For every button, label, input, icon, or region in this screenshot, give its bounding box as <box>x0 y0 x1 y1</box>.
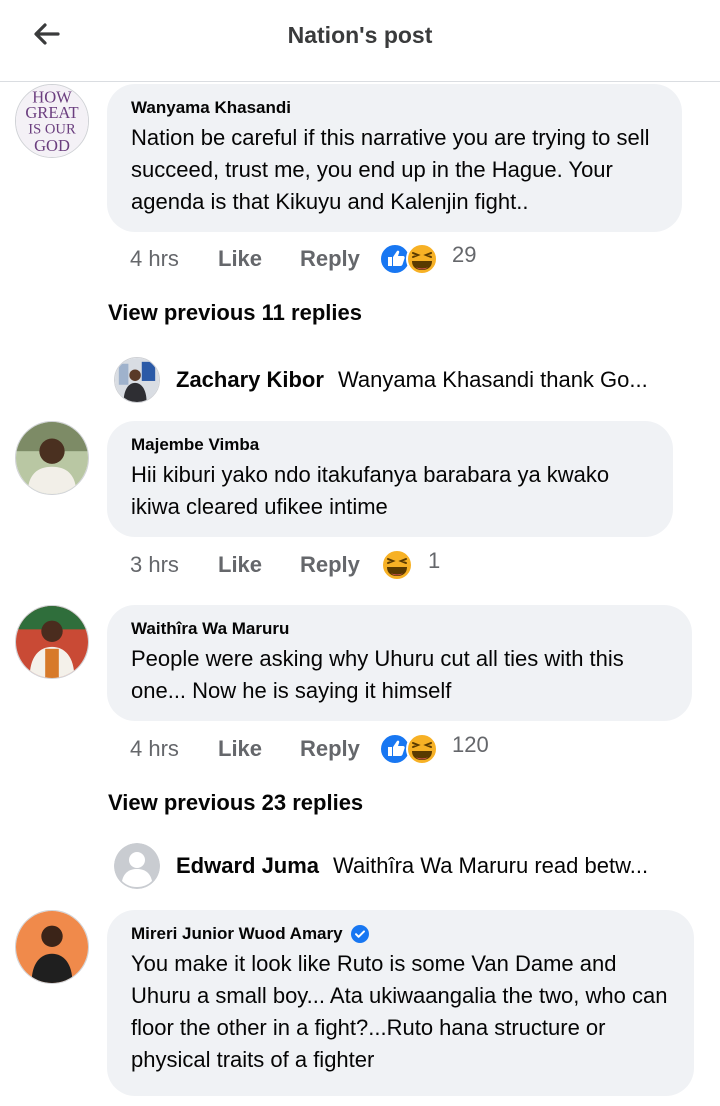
verified-badge-icon <box>350 925 369 943</box>
page-title: Nation's post <box>287 22 433 48</box>
comment-author[interactable]: Waithîra Wa Maruru <box>131 619 668 639</box>
comment-bubble: Majembe Vimba Hii kiburi yako ndo itakuf… <box>107 421 673 537</box>
avatar-text-line-2: GREAT <box>25 103 78 122</box>
like-button[interactable]: Like <box>218 736 300 762</box>
comment-text: People were asking why Uhuru cut all tie… <box>131 646 624 703</box>
comment-author[interactable]: Majembe Vimba <box>131 435 649 455</box>
comment-time[interactable]: 4 hrs <box>130 246 218 272</box>
reply-preview[interactable]: Edward Juma Waithîra Wa Maruru read betw… <box>114 842 648 890</box>
avatar[interactable] <box>15 910 89 984</box>
comment-text: Hii kiburi yako ndo itakufanya barabara … <box>131 462 610 519</box>
like-button[interactable]: Like <box>218 246 300 272</box>
comment-time[interactable]: 4 hrs <box>130 736 218 762</box>
default-avatar-icon[interactable] <box>114 843 160 889</box>
reaction-count: 1 <box>428 548 441 573</box>
reply-preview[interactable]: Zachary Kibor Wanyama Khasandi thank Go.… <box>114 356 648 404</box>
like-button[interactable]: Like <box>218 552 300 578</box>
view-previous-replies-link[interactable]: View previous 11 replies <box>108 300 362 326</box>
avatar[interactable] <box>15 421 89 495</box>
haha-icon <box>406 243 438 275</box>
top-bar: Nation's post <box>0 0 720 82</box>
reply-author[interactable]: Zachary Kibor <box>176 367 324 393</box>
comment-time[interactable]: 3 hrs <box>130 552 218 578</box>
comment-bubble: Wanyama Khasandi Nation be careful if th… <box>107 84 682 232</box>
comment-author[interactable]: Mireri Junior Wuod Amary <box>131 924 343 944</box>
reply-snippet: Waithîra Wa Maruru read betw... <box>333 853 649 878</box>
like-icon <box>379 733 411 765</box>
comment-text: You make it look like Ruto is some Van D… <box>131 951 668 1072</box>
comment-bubble: Mireri Junior Wuod Amary You make it loo… <box>107 910 694 1096</box>
comment-text: Nation be careful if this narrative you … <box>131 125 650 214</box>
comment-author-row: Mireri Junior Wuod Amary <box>131 924 670 944</box>
like-icon <box>379 243 411 275</box>
reply-button[interactable]: Reply <box>300 246 378 272</box>
avatar[interactable] <box>15 605 89 679</box>
reaction-summary[interactable]: 1 <box>378 548 440 582</box>
reaction-summary[interactable]: 29 <box>378 242 476 276</box>
reaction-count: 29 <box>452 242 477 267</box>
avatar-text-line-4: GOD <box>34 136 70 155</box>
reaction-summary[interactable]: 120 <box>378 732 489 766</box>
reply-button[interactable]: Reply <box>300 552 378 578</box>
comment-actions: 4 hrs Like Reply 29 <box>130 242 476 276</box>
avatar[interactable] <box>114 357 160 403</box>
reply-snippet: Wanyama Khasandi thank Go... <box>337 367 648 392</box>
reply-author[interactable]: Edward Juma <box>176 853 319 879</box>
comment-bubble: Waithîra Wa Maruru People were asking wh… <box>107 605 692 721</box>
reaction-count: 120 <box>452 732 489 757</box>
haha-icon <box>406 733 438 765</box>
haha-icon <box>381 549 413 581</box>
comment-author[interactable]: Wanyama Khasandi <box>131 98 658 118</box>
avatar[interactable]: HOW GREAT IS OUR GOD <box>15 84 89 158</box>
view-previous-replies-link[interactable]: View previous 23 replies <box>108 790 363 816</box>
comment-actions: 3 hrs Like Reply 1 <box>130 548 440 582</box>
comment-actions: 4 hrs Like Reply 120 <box>130 732 489 766</box>
reply-button[interactable]: Reply <box>300 736 378 762</box>
